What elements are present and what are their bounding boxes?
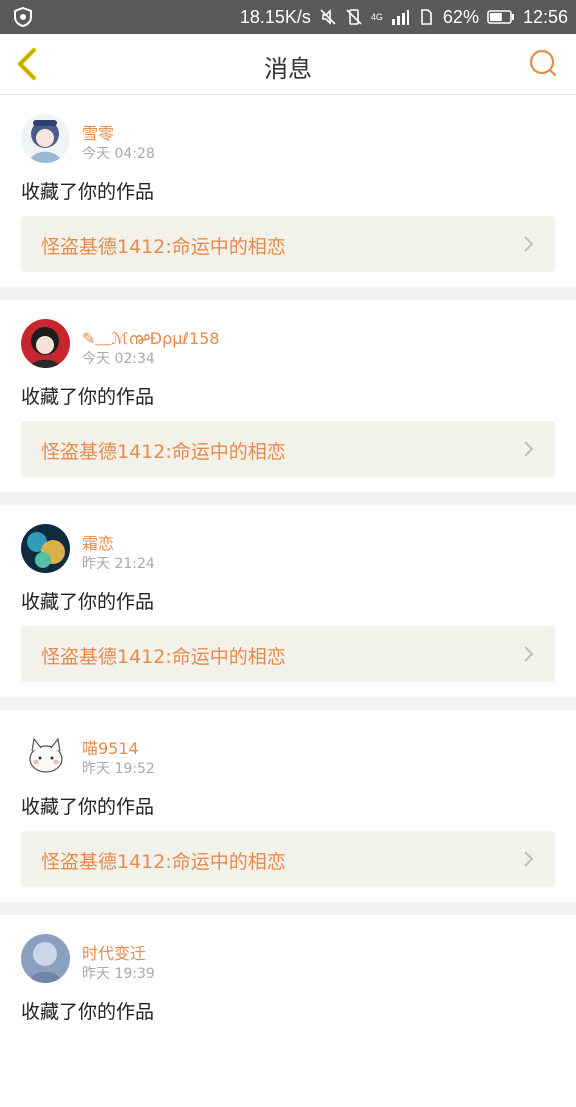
divider	[0, 492, 576, 505]
status-bar: 18.15K/s 4G 62% 12:56	[0, 0, 576, 34]
work-link[interactable]: 怪盗基德1412:命运中的相恋	[21, 421, 555, 477]
message-list: 雪零 今天 04:28 收藏了你的作品 怪盗基德1412:命运中的相恋 ✎﹏ℳ൲…	[0, 95, 576, 1107]
work-link[interactable]: 怪盗基德1412:命运中的相恋	[21, 216, 555, 272]
timestamp: 今天 02:34	[82, 351, 155, 367]
timestamp: 今天 04:28	[82, 146, 155, 162]
action-text: 收藏了你的作品	[21, 386, 155, 408]
battery-icon	[487, 10, 514, 24]
chevron-right-icon	[524, 646, 534, 662]
avatar[interactable]	[21, 319, 70, 368]
chevron-right-icon	[524, 441, 534, 457]
sim-icon	[421, 9, 432, 25]
divider	[0, 287, 576, 300]
action-text: 收藏了你的作品	[21, 796, 155, 818]
work-title: 怪盗基德1412:命运中的相恋	[41, 646, 286, 668]
network-type: 4G	[370, 11, 383, 22]
nav-bar: 消息	[0, 34, 576, 95]
timestamp: 昨天 19:39	[82, 966, 155, 982]
work-title: 怪盗基德1412:命运中的相恋	[41, 441, 286, 463]
signal-icon	[391, 10, 409, 25]
avatar[interactable]	[21, 729, 70, 778]
avatar[interactable]	[21, 524, 70, 573]
chevron-right-icon	[524, 851, 534, 867]
page-title: 消息	[264, 55, 312, 83]
chevron-right-icon	[524, 236, 534, 252]
network-speed: 18.15K/s	[239, 6, 311, 27]
username: 雪零	[82, 124, 115, 143]
mute-icon	[320, 9, 336, 25]
divider	[0, 697, 576, 710]
action-text: 收藏了你的作品	[21, 181, 155, 203]
vibrate-icon	[346, 9, 362, 25]
divider	[0, 902, 576, 915]
avatar[interactable]	[21, 934, 70, 983]
timestamp: 昨天 19:52	[82, 761, 155, 777]
work-title: 怪盗基德1412:命运中的相恋	[41, 851, 286, 873]
work-link[interactable]: 怪盗基德1412:命运中的相恋	[21, 831, 555, 887]
username: 喵9514	[82, 739, 139, 758]
search-icon[interactable]	[528, 48, 558, 78]
avatar[interactable]	[21, 114, 70, 163]
timestamp: 昨天 21:24	[82, 556, 155, 572]
list-item: 雪零 今天 04:28 收藏了你的作品 怪盗基德1412:命运中的相恋	[0, 95, 576, 287]
shield-icon	[14, 6, 32, 28]
username: 霜恋	[82, 534, 115, 553]
action-text: 收藏了你的作品	[21, 1001, 155, 1023]
username: ✎﹏ℳ൲Ðρμℓ158	[82, 329, 220, 348]
list-item: 喵9514 昨天 19:52 收藏了你的作品 怪盗基德1412:命运中的相恋	[0, 710, 576, 902]
username: 时代变迁	[82, 944, 147, 963]
clock: 12:56	[522, 6, 568, 27]
list-item: 时代变迁 昨天 19:39 收藏了你的作品	[0, 915, 576, 1107]
work-link[interactable]: 怪盗基德1412:命运中的相恋	[21, 626, 555, 682]
action-text: 收藏了你的作品	[21, 591, 155, 613]
work-title: 怪盗基德1412:命运中的相恋	[41, 236, 286, 258]
list-item: ✎﹏ℳ൲Ðρμℓ158 今天 02:34 收藏了你的作品 怪盗基德1412:命运…	[0, 300, 576, 492]
list-item: 霜恋 昨天 21:24 收藏了你的作品 怪盗基德1412:命运中的相恋	[0, 505, 576, 697]
battery-percent: 62%	[442, 6, 479, 27]
